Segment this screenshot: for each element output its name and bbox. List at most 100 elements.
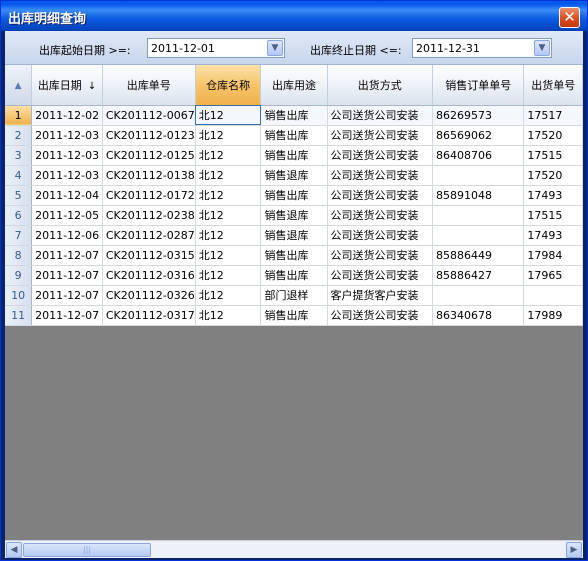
scroll-thumb[interactable]: ||| — [23, 543, 151, 557]
number-cell[interactable]: CK201112-0238 — [102, 205, 196, 226]
order-cell[interactable] — [432, 285, 525, 306]
table-row[interactable]: 6 2011-12-05 CK201112-0238 北12 销售退库 公司送货公司安装 1… — [5, 205, 583, 226]
table-row[interactable]: 8 2011-12-07 CK201112-0315 北12 销售出库 公司送货公司安装 8… — [5, 245, 583, 266]
shipment-cell[interactable]: 17965 — [523, 265, 583, 286]
table-row[interactable]: 7 2011-12-06 CK201112-0287 北12 销售退库 公司送货公司安装 1… — [5, 225, 583, 246]
number-cell[interactable]: CK201112-0067 — [102, 105, 196, 126]
purpose-cell[interactable]: 销售出库 — [260, 305, 328, 326]
row-header[interactable]: 11 — [5, 305, 33, 326]
column-header-shipping[interactable]: 出货方式 — [327, 65, 434, 106]
row-header[interactable]: 1 — [5, 105, 33, 126]
number-cell[interactable]: CK201112-0315 — [102, 245, 196, 266]
row-header[interactable]: 9 — [5, 265, 33, 286]
grid-corner[interactable]: ▲ — [5, 65, 33, 106]
end-date-combo[interactable]: 2011-12-31 ▼ — [412, 38, 552, 58]
date-cell[interactable]: 2011-12-06 — [31, 225, 103, 246]
date-cell[interactable]: 2011-12-05 — [31, 205, 103, 226]
warehouse-cell[interactable]: 北12 — [195, 225, 262, 246]
shipping-cell[interactable]: 公司送货公司安装 — [327, 105, 434, 126]
purpose-cell[interactable]: 销售出库 — [260, 245, 328, 266]
shipment-cell[interactable]: 17515 — [523, 205, 583, 226]
order-cell[interactable]: 86340678 — [432, 305, 525, 326]
number-cell[interactable]: CK201112-0138 — [102, 165, 196, 186]
shipment-cell[interactable]: 17517 — [523, 105, 583, 126]
row-header[interactable]: 2 — [5, 125, 33, 146]
warehouse-cell[interactable]: 北12 — [195, 245, 262, 266]
order-cell[interactable] — [432, 225, 525, 246]
column-header-date[interactable]: 出库日期 ↓ — [31, 65, 103, 106]
shipping-cell[interactable]: 客户提货客户安装 — [327, 285, 434, 306]
shipping-cell[interactable]: 公司送货公司安装 — [327, 185, 434, 206]
shipment-cell[interactable]: 17493 — [523, 185, 583, 206]
purpose-cell[interactable]: 销售出库 — [260, 105, 328, 126]
order-cell[interactable] — [432, 205, 525, 226]
number-cell[interactable]: CK201112-0123 — [102, 125, 196, 146]
purpose-cell[interactable]: 销售退库 — [260, 165, 328, 186]
table-row[interactable]: 4 2011-12-03 CK201112-0138 北12 销售退库 公司送货公司安装 1… — [5, 165, 583, 186]
purpose-cell[interactable]: 销售出库 — [260, 145, 328, 166]
order-cell[interactable] — [432, 165, 525, 186]
date-cell[interactable]: 2011-12-04 — [31, 185, 103, 206]
row-header[interactable]: 5 — [5, 185, 33, 206]
shipment-cell[interactable]: 17520 — [523, 165, 583, 186]
order-cell[interactable]: 86569062 — [432, 125, 525, 146]
column-header-purpose[interactable]: 出库用途 — [260, 65, 328, 106]
warehouse-cell[interactable]: 北12 — [195, 305, 262, 326]
purpose-cell[interactable]: 销售退库 — [260, 205, 328, 226]
column-header-shipment[interactable]: 出货单号 — [523, 65, 583, 106]
table-row[interactable]: 11 2011-12-07 CK201112-0317 北12 销售出库 公司送货公司安装… — [5, 305, 583, 326]
chevron-down-icon[interactable]: ▼ — [267, 40, 283, 56]
shipping-cell[interactable]: 公司送货公司安装 — [327, 225, 434, 246]
shipment-cell[interactable]: 17984 — [523, 245, 583, 266]
date-cell[interactable]: 2011-12-07 — [31, 245, 103, 266]
order-cell[interactable]: 86269573 — [432, 105, 525, 126]
table-row[interactable]: 1 2011-12-02 CK201112-0067 北12 销售出库 公司送货公司安装 8… — [5, 105, 583, 126]
number-cell[interactable]: CK201112-0172 — [102, 185, 196, 206]
shipping-cell[interactable]: 公司送货公司安装 — [327, 145, 434, 166]
shipping-cell[interactable]: 公司送货公司安装 — [327, 265, 434, 286]
number-cell[interactable]: CK201112-0326 — [102, 285, 196, 306]
date-cell[interactable]: 2011-12-07 — [31, 265, 103, 286]
warehouse-cell[interactable]: 北12 — [195, 105, 262, 126]
warehouse-cell[interactable]: 北12 — [195, 165, 262, 186]
warehouse-cell[interactable]: 北12 — [195, 265, 262, 286]
shipment-cell[interactable]: 17493 — [523, 225, 583, 246]
number-cell[interactable]: CK201112-0125 — [102, 145, 196, 166]
close-button[interactable]: ✕ — [559, 7, 580, 28]
date-cell[interactable]: 2011-12-03 — [31, 165, 103, 186]
table-row[interactable]: 3 2011-12-03 CK201112-0125 北12 销售出库 公司送货公司安装 8… — [5, 145, 583, 166]
order-cell[interactable]: 86408706 — [432, 145, 525, 166]
date-cell[interactable]: 2011-12-03 — [31, 145, 103, 166]
number-cell[interactable]: CK201112-0317 — [102, 305, 196, 326]
warehouse-cell[interactable]: 北12 — [195, 125, 262, 146]
shipping-cell[interactable]: 公司送货公司安装 — [327, 305, 434, 326]
shipping-cell[interactable]: 公司送货公司安装 — [327, 125, 434, 146]
table-row[interactable]: 9 2011-12-07 CK201112-0316 北12 销售出库 公司送货公司安装 8… — [5, 265, 583, 286]
shipment-cell[interactable]: 17520 — [523, 125, 583, 146]
purpose-cell[interactable]: 销售出库 — [260, 265, 328, 286]
shipping-cell[interactable]: 公司送货公司安装 — [327, 165, 434, 186]
shipment-cell[interactable] — [523, 285, 583, 306]
start-date-combo[interactable]: 2011-12-01 ▼ — [147, 38, 285, 58]
shipment-cell[interactable]: 17989 — [523, 305, 583, 326]
date-cell[interactable]: 2011-12-07 — [31, 285, 103, 306]
warehouse-cell[interactable]: 北12 — [195, 145, 262, 166]
scroll-right-icon[interactable]: ▶ — [566, 542, 582, 558]
date-cell[interactable]: 2011-12-03 — [31, 125, 103, 146]
shipping-cell[interactable]: 公司送货公司安装 — [327, 245, 434, 266]
column-header-number[interactable]: 出库单号 — [102, 65, 196, 106]
order-cell[interactable]: 85886449 — [432, 245, 525, 266]
purpose-cell[interactable]: 销售出库 — [260, 185, 328, 206]
order-cell[interactable]: 85891048 — [432, 185, 525, 206]
horizontal-scrollbar[interactable]: ◀ ||| ▶ — [5, 540, 583, 558]
purpose-cell[interactable]: 部门退样 — [260, 285, 328, 306]
warehouse-cell[interactable]: 北12 — [195, 205, 262, 226]
data-grid[interactable]: ▲ 出库日期 ↓ 出库单号 仓库名称 出库用途 出货方式 销售订单单号 出货单号 … — [5, 65, 583, 540]
row-header[interactable]: 3 — [5, 145, 33, 166]
shipment-cell[interactable]: 17515 — [523, 145, 583, 166]
row-header[interactable]: 7 — [5, 225, 33, 246]
purpose-cell[interactable]: 销售退库 — [260, 225, 328, 246]
row-header[interactable]: 6 — [5, 205, 33, 226]
table-row[interactable]: 2 2011-12-03 CK201112-0123 北12 销售出库 公司送货公司安装 8… — [5, 125, 583, 146]
column-header-order[interactable]: 销售订单单号 — [432, 65, 525, 106]
